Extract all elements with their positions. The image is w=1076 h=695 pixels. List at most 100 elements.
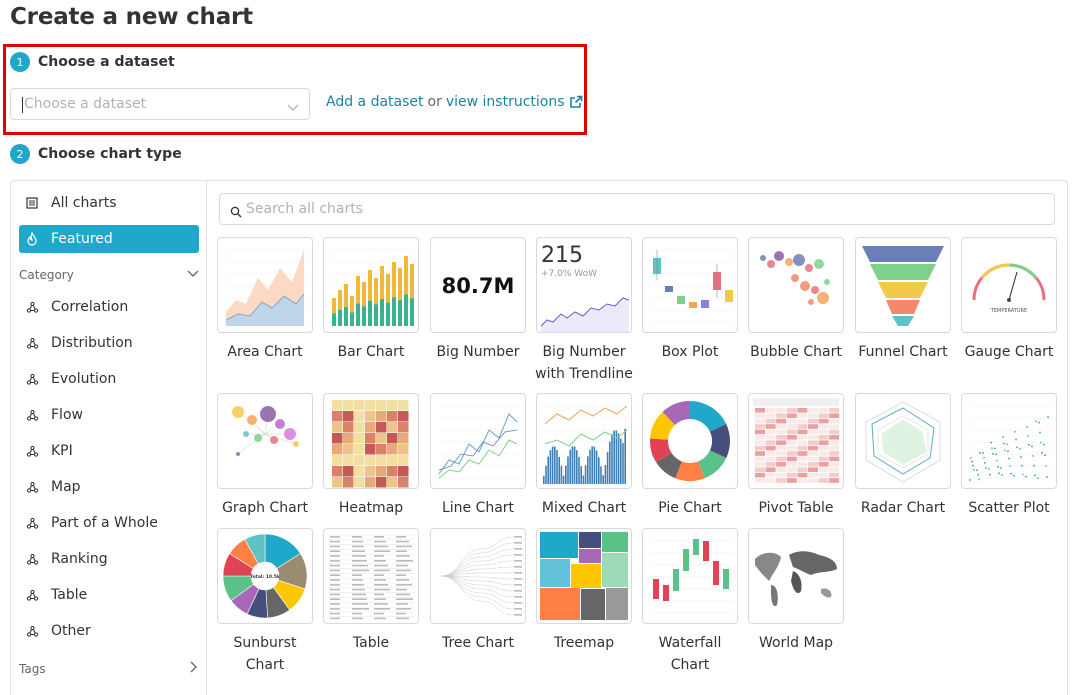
chart-tile-label-line: Chart	[245, 657, 285, 673]
sidebar-item-label: Featured	[51, 231, 113, 247]
chart-tile-label-line: Graph Chart	[222, 500, 308, 516]
sidebar-item-kpi[interactable]: KPI	[19, 437, 199, 465]
sidebar-item-label: Correlation	[51, 299, 129, 315]
chart-tile-pie-chart[interactable]: Pie Chart	[642, 393, 738, 519]
chart-tile-label-line: Bubble Chart	[750, 344, 842, 360]
chart-tile-label-line: Box Plot	[661, 344, 719, 360]
chart-tile-label: Heatmap	[316, 497, 426, 519]
chart-tile-tree-chart[interactable]: Tree Chart	[430, 528, 526, 654]
chart-tile-big-number[interactable]: 80.7M Big Number	[430, 237, 526, 363]
step-label: Choose chart type	[38, 146, 182, 162]
chart-tile-radar-chart[interactable]: Radar Chart	[855, 393, 951, 519]
sidebar-item-evolution[interactable]: Evolution	[19, 365, 199, 393]
category-icon	[25, 408, 39, 422]
category-icon	[25, 588, 39, 602]
chart-thumbnail	[430, 393, 526, 489]
chart-tile-label-line: Chart	[670, 657, 710, 673]
chart-tile-sunburst-chart[interactable]: Total: 10.5k Sunburst Chart	[217, 528, 313, 676]
chart-thumbnail	[323, 528, 419, 624]
chart-tile-label-line: Bar Chart	[337, 344, 405, 360]
category-icon	[25, 300, 39, 314]
sidebar-item-label: Ranking	[51, 551, 108, 567]
chart-tile-label: Mixed Chart	[529, 497, 639, 519]
chart-tile-label: Pivot Table	[741, 497, 851, 519]
sidebar-item-featured[interactable]: Featured	[19, 225, 199, 253]
chart-tile-box-plot[interactable]: Box Plot	[642, 237, 738, 363]
chart-thumbnail	[748, 393, 844, 489]
chart-tile-label-line: Big Number	[436, 344, 520, 360]
chart-tile-bar-chart[interactable]: Bar Chart	[323, 237, 419, 363]
chart-tile-area-chart[interactable]: Area Chart	[217, 237, 313, 363]
sidebar-item-map[interactable]: Map	[19, 473, 199, 501]
chart-tile-world-map[interactable]: World Map	[748, 528, 844, 654]
chart-thumbnail	[748, 528, 844, 624]
chart-tile-label-line: Sunburst	[233, 635, 297, 651]
chart-tile-label-line: Waterfall	[658, 635, 722, 651]
chart-thumbnail	[642, 528, 738, 624]
chart-tile-label-line: Heatmap	[338, 500, 404, 516]
chart-tile-label-line: Tree Chart	[441, 635, 515, 651]
sidebar-item-label: Table	[51, 587, 88, 603]
chart-tile-label: Line Chart	[423, 497, 533, 519]
chart-tile-label: Bubble Chart	[741, 341, 851, 363]
sidebar-item-label: KPI	[51, 443, 73, 459]
chart-tile-mixed-chart[interactable]: Mixed Chart	[536, 393, 632, 519]
category-header[interactable]: Category	[19, 267, 199, 282]
tags-header[interactable]: Tags	[19, 661, 199, 676]
chart-thumbnail: Total: 10.5k	[217, 528, 313, 624]
sidebar-item-distribution[interactable]: Distribution	[19, 329, 199, 357]
chart-tile-scatter-plot[interactable]: Scatter Plot	[961, 393, 1057, 519]
sidebar-item-table[interactable]: Table	[19, 581, 199, 609]
search-icon	[230, 203, 242, 222]
sidebar-item-label: Map	[51, 479, 81, 495]
chart-tile-label: Area Chart	[210, 341, 320, 363]
chart-tile-label: Treemap	[529, 632, 639, 654]
chevron-right-icon	[187, 661, 199, 676]
sidebar-item-ranking[interactable]: Ranking	[19, 545, 199, 573]
chart-tile-label: Funnel Chart	[848, 341, 958, 363]
chart-tile-bubble-chart[interactable]: Bubble Chart	[748, 237, 844, 363]
chart-tile-table[interactable]: Table	[323, 528, 419, 654]
chart-tile-label: Big Number	[423, 341, 533, 363]
chart-thumbnail: TEMPERATURE	[961, 237, 1057, 333]
chart-thumbnail	[748, 237, 844, 333]
chart-tile-gauge-chart[interactable]: TEMPERATURE Gauge Chart	[961, 237, 1057, 363]
sidebar-item-label: Other	[51, 623, 91, 639]
svg-text:Total: 10.5k: Total: 10.5k	[250, 574, 281, 580]
chart-tile-graph-chart[interactable]: Graph Chart	[217, 393, 313, 519]
chart-tile-big-number-with-trendline[interactable]: 215 +7.0% WoW Big Number with Trendline	[535, 237, 633, 385]
sidebar-item-correlation[interactable]: Correlation	[19, 293, 199, 321]
sidebar-item-other[interactable]: Other	[19, 617, 199, 645]
page-title: Create a new chart	[10, 4, 253, 30]
list-icon	[25, 196, 39, 210]
chart-tile-pivot-table[interactable]: Pivot Table	[748, 393, 844, 519]
chart-tile-label-line: Pivot Table	[758, 500, 834, 516]
sidebar-item-flow[interactable]: Flow	[19, 401, 199, 429]
sidebar-item-part-of-a-whole[interactable]: Part of a Whole	[19, 509, 199, 537]
chart-tile-label-line: Pie Chart	[658, 500, 722, 516]
chart-tile-label: Radar Chart	[848, 497, 958, 519]
search-input[interactable]	[246, 199, 1026, 219]
chart-tile-treemap[interactable]: Treemap	[536, 528, 632, 654]
category-icon	[25, 444, 39, 458]
chart-tile-label: Waterfall Chart	[635, 632, 745, 676]
fire-icon	[25, 232, 39, 246]
sidebar-item-all-charts[interactable]: All charts	[19, 189, 199, 217]
sidebar-item-label: Evolution	[51, 371, 117, 387]
chart-thumbnail	[855, 237, 951, 333]
chart-tile-heatmap[interactable]: Heatmap	[323, 393, 419, 519]
chart-tile-funnel-chart[interactable]: Funnel Chart	[855, 237, 951, 363]
chart-tile-label: Sunburst Chart	[210, 632, 320, 676]
chart-tile-label-line: Funnel Chart	[858, 344, 948, 360]
sidebar-item-label: Distribution	[51, 335, 133, 351]
chart-tile-waterfall-chart[interactable]: Waterfall Chart	[642, 528, 738, 676]
chart-tile-label-line: Line Chart	[441, 500, 515, 516]
chart-tile-line-chart[interactable]: Line Chart	[430, 393, 526, 519]
chart-thumbnail	[536, 528, 632, 624]
search-charts-field[interactable]	[219, 193, 1055, 225]
chart-thumbnail	[642, 237, 738, 333]
chart-thumbnail	[217, 393, 313, 489]
chart-tile-label: Table	[316, 632, 426, 654]
chart-sidebar: All charts Featured Category Correlation…	[11, 181, 207, 695]
chart-tile-label: Graph Chart	[210, 497, 320, 519]
